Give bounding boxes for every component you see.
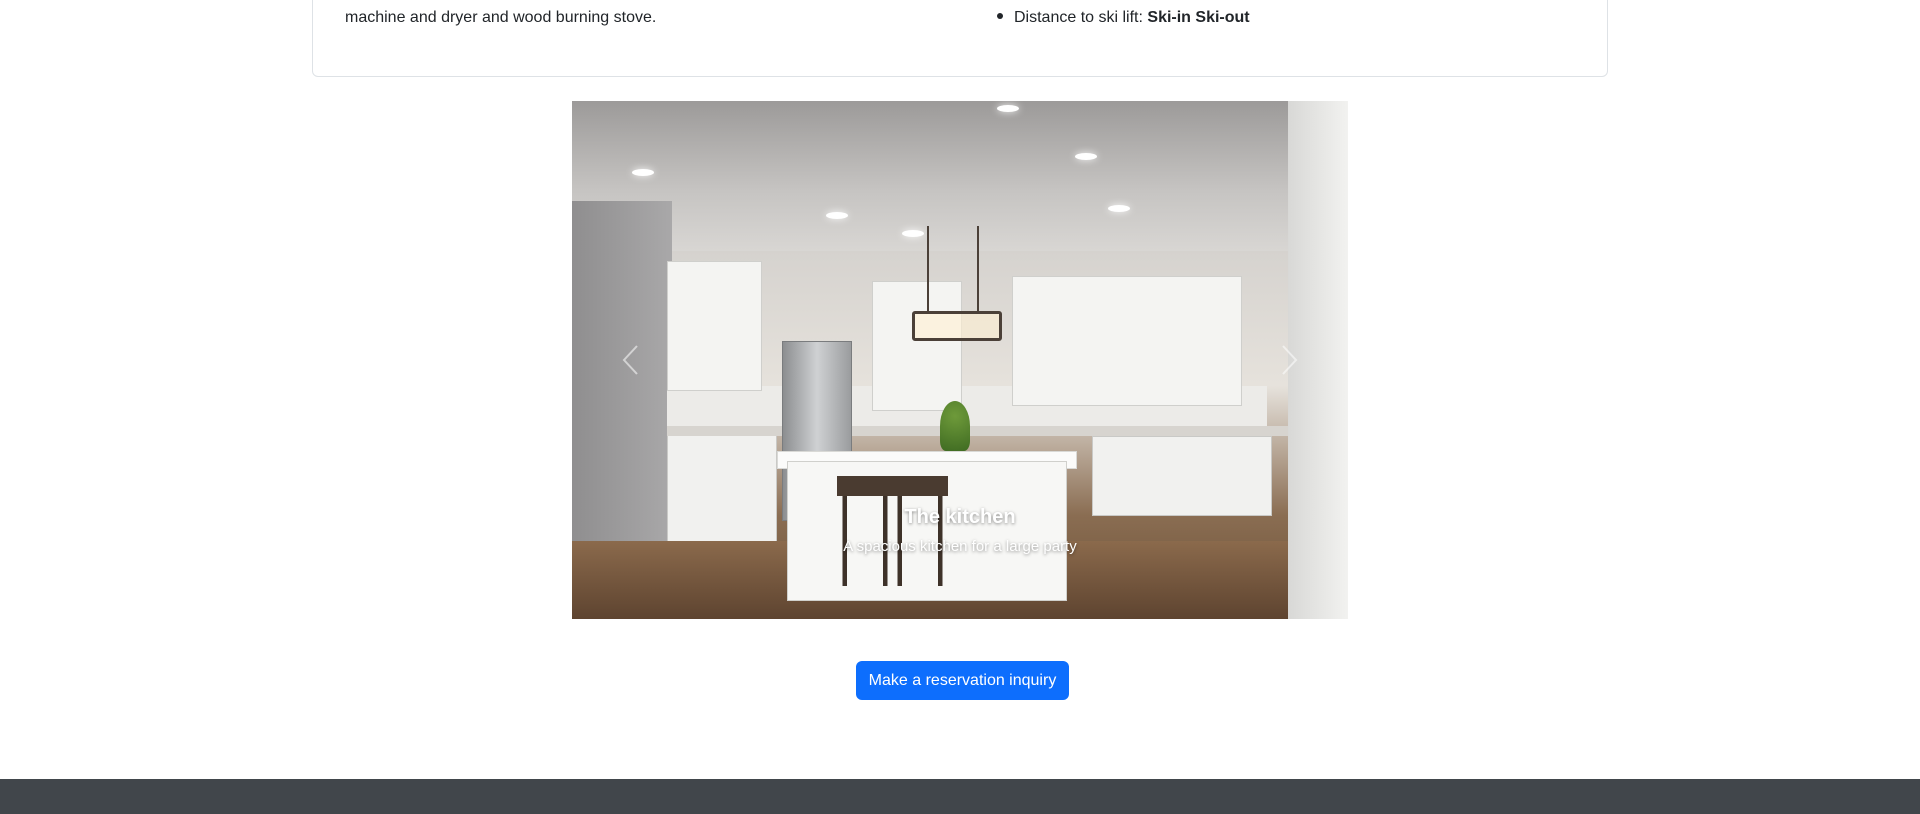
chevron-left-icon: [622, 345, 638, 375]
property-details-card: machine and dryer and wood burning stove…: [312, 0, 1608, 77]
amenities-text: machine and dryer and wood burning stove…: [345, 9, 657, 26]
ski-lift-label: Distance to ski lift:: [1014, 9, 1143, 26]
photo-carousel[interactable]: The kitchen A spacious kitchen for a lar…: [572, 101, 1348, 619]
carousel-caption: The kitchen A spacious kitchen for a lar…: [572, 503, 1348, 559]
page-footer: [0, 779, 1920, 814]
reservation-inquiry-button[interactable]: Make a reservation inquiry: [856, 661, 1069, 700]
bullet-icon: [997, 13, 1003, 20]
ski-lift-list-item: Distance to ski lift: Ski-in Ski-out: [997, 6, 1250, 30]
chevron-right-icon: [1282, 345, 1298, 375]
ski-lift-value: Ski-in Ski-out: [1147, 9, 1250, 26]
slide-caption: A spacious kitchen for a large party: [843, 538, 1077, 555]
slide-title: The kitchen: [904, 506, 1016, 528]
